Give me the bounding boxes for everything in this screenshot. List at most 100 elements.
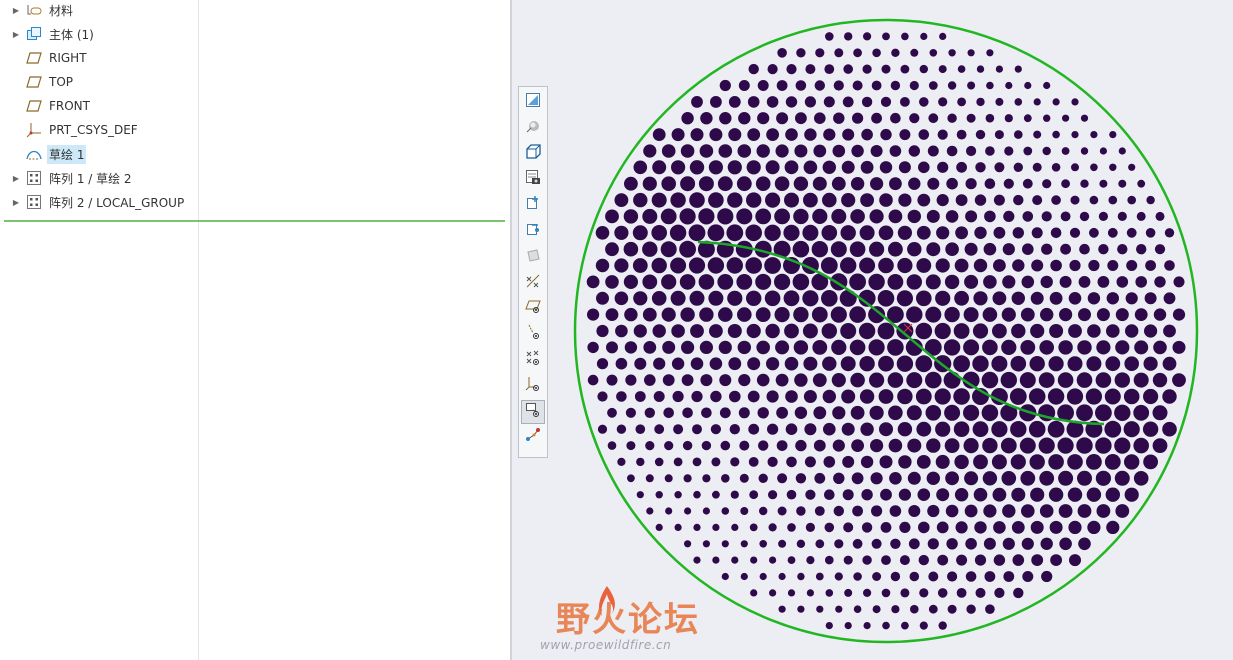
pattern-dot[interactable]	[653, 391, 665, 402]
model-tree-panel[interactable]: ▶ 材料 ▶ 主体 (1) RIGHT TOP FRONT PRT_CSYS_DEF 草绘 1 ▶…	[0, 0, 510, 660]
pattern-dot[interactable]	[985, 113, 995, 123]
pattern-dot[interactable]	[1088, 259, 1100, 272]
pattern-dot[interactable]	[661, 274, 677, 290]
pattern-dot[interactable]	[796, 539, 806, 548]
pattern-dot[interactable]	[1133, 471, 1149, 486]
pattern-dot[interactable]	[718, 144, 733, 158]
pattern-dot[interactable]	[844, 588, 853, 597]
pattern-dot[interactable]	[957, 97, 966, 107]
pattern-dot[interactable]	[963, 339, 980, 356]
pattern-dot[interactable]	[877, 322, 895, 340]
pattern-dot[interactable]	[929, 49, 938, 57]
pattern-dot[interactable]	[833, 472, 845, 484]
pattern-dot[interactable]	[1172, 308, 1186, 321]
pattern-dot[interactable]	[689, 160, 705, 175]
pattern-dot[interactable]	[614, 225, 629, 240]
pattern-dot[interactable]	[917, 193, 931, 207]
pattern-dot[interactable]	[784, 192, 799, 208]
pattern-dot[interactable]	[1021, 275, 1035, 289]
pattern-dot[interactable]	[812, 340, 828, 355]
pattern-dot[interactable]	[966, 604, 976, 614]
pattern-dot[interactable]	[664, 441, 674, 451]
pattern-dot[interactable]	[881, 555, 891, 565]
pattern-dot[interactable]	[691, 96, 703, 108]
pattern-dot[interactable]	[796, 506, 806, 516]
pattern-dot[interactable]	[795, 112, 807, 125]
pattern-dot[interactable]	[976, 65, 985, 73]
pattern-dot[interactable]	[759, 540, 767, 548]
pattern-dot[interactable]	[1114, 437, 1131, 454]
expand-arrow-icon[interactable]: ▶	[11, 174, 21, 183]
pattern-dot[interactable]	[1067, 356, 1083, 372]
pattern-dot[interactable]	[1124, 356, 1139, 372]
pattern-dot[interactable]	[889, 145, 902, 157]
plane-display-button[interactable]	[521, 296, 545, 320]
pattern-dot[interactable]	[1047, 420, 1065, 438]
pattern-dot[interactable]	[597, 391, 608, 402]
expand-arrow-icon[interactable]: ▶	[11, 30, 21, 39]
pattern-dot[interactable]	[633, 160, 648, 175]
pattern-dot[interactable]	[1011, 521, 1025, 534]
pattern-dot[interactable]	[878, 389, 894, 404]
pattern-dot[interactable]	[1038, 372, 1055, 388]
pattern-dot[interactable]	[916, 290, 932, 307]
pattern-dot[interactable]	[597, 424, 608, 434]
pattern-dot[interactable]	[1019, 437, 1036, 454]
pattern-dot[interactable]	[670, 257, 687, 274]
pattern-dot[interactable]	[1086, 356, 1102, 372]
tree-item[interactable]: PRT_CSYS_DEF	[0, 118, 196, 142]
pattern-dot[interactable]	[710, 96, 722, 108]
pattern-dot[interactable]	[711, 457, 721, 467]
pattern-dot[interactable]	[1128, 163, 1136, 171]
pattern-dot[interactable]	[849, 306, 866, 323]
pattern-dot[interactable]	[804, 423, 817, 436]
pattern-dot[interactable]	[955, 194, 968, 207]
pattern-dot[interactable]	[853, 572, 862, 581]
pattern-dot[interactable]	[1164, 260, 1175, 271]
pattern-dot[interactable]	[755, 307, 771, 322]
pattern-dot[interactable]	[926, 438, 941, 453]
pattern-dot[interactable]	[671, 160, 686, 175]
pattern-dot[interactable]	[863, 622, 871, 630]
pattern-dot[interactable]	[1030, 323, 1045, 339]
pattern-dot[interactable]	[823, 96, 835, 108]
pattern-dot[interactable]	[938, 97, 948, 107]
pattern-dot[interactable]	[823, 456, 836, 468]
pattern-dot[interactable]	[738, 407, 750, 419]
pattern-dot[interactable]	[777, 473, 788, 484]
pattern-dot[interactable]	[679, 208, 696, 225]
pattern-dot[interactable]	[823, 422, 836, 436]
pattern-dot[interactable]	[947, 571, 958, 582]
pattern-dot[interactable]	[1031, 259, 1044, 272]
pattern-dot[interactable]	[1096, 308, 1110, 322]
pattern-dot[interactable]	[814, 80, 825, 91]
pattern-dot[interactable]	[1057, 437, 1074, 454]
pattern-dot[interactable]	[787, 523, 796, 532]
saved-orientations-button[interactable]	[521, 142, 545, 166]
pattern-dot[interactable]	[699, 340, 713, 354]
pattern-dot[interactable]	[917, 488, 931, 502]
pattern-dot[interactable]	[937, 554, 949, 566]
pattern-dot[interactable]	[963, 404, 980, 421]
pattern-dot[interactable]	[1039, 504, 1054, 518]
pattern-dot[interactable]	[596, 358, 609, 370]
pattern-dot[interactable]	[872, 572, 882, 581]
pattern-dot[interactable]	[943, 371, 961, 389]
pattern-dot[interactable]	[982, 471, 998, 486]
pattern-dot[interactable]	[840, 356, 856, 372]
pattern-dot[interactable]	[755, 208, 772, 225]
pattern-dot[interactable]	[1080, 114, 1089, 122]
pattern-dot[interactable]	[690, 357, 704, 371]
pattern-dot[interactable]	[1162, 356, 1177, 371]
pattern-dot[interactable]	[1010, 421, 1027, 438]
pattern-dot[interactable]	[974, 521, 987, 534]
pattern-dot[interactable]	[710, 424, 721, 435]
view-manager-button[interactable]	[521, 167, 545, 191]
pattern-dot[interactable]	[1078, 537, 1091, 551]
pattern-dot[interactable]	[1080, 147, 1089, 155]
pattern-dot[interactable]	[1115, 308, 1129, 322]
pattern-dot[interactable]	[834, 48, 844, 58]
pattern-dot[interactable]	[607, 441, 617, 450]
pattern-dot[interactable]	[1020, 340, 1036, 355]
pattern-dot[interactable]	[993, 226, 1006, 239]
